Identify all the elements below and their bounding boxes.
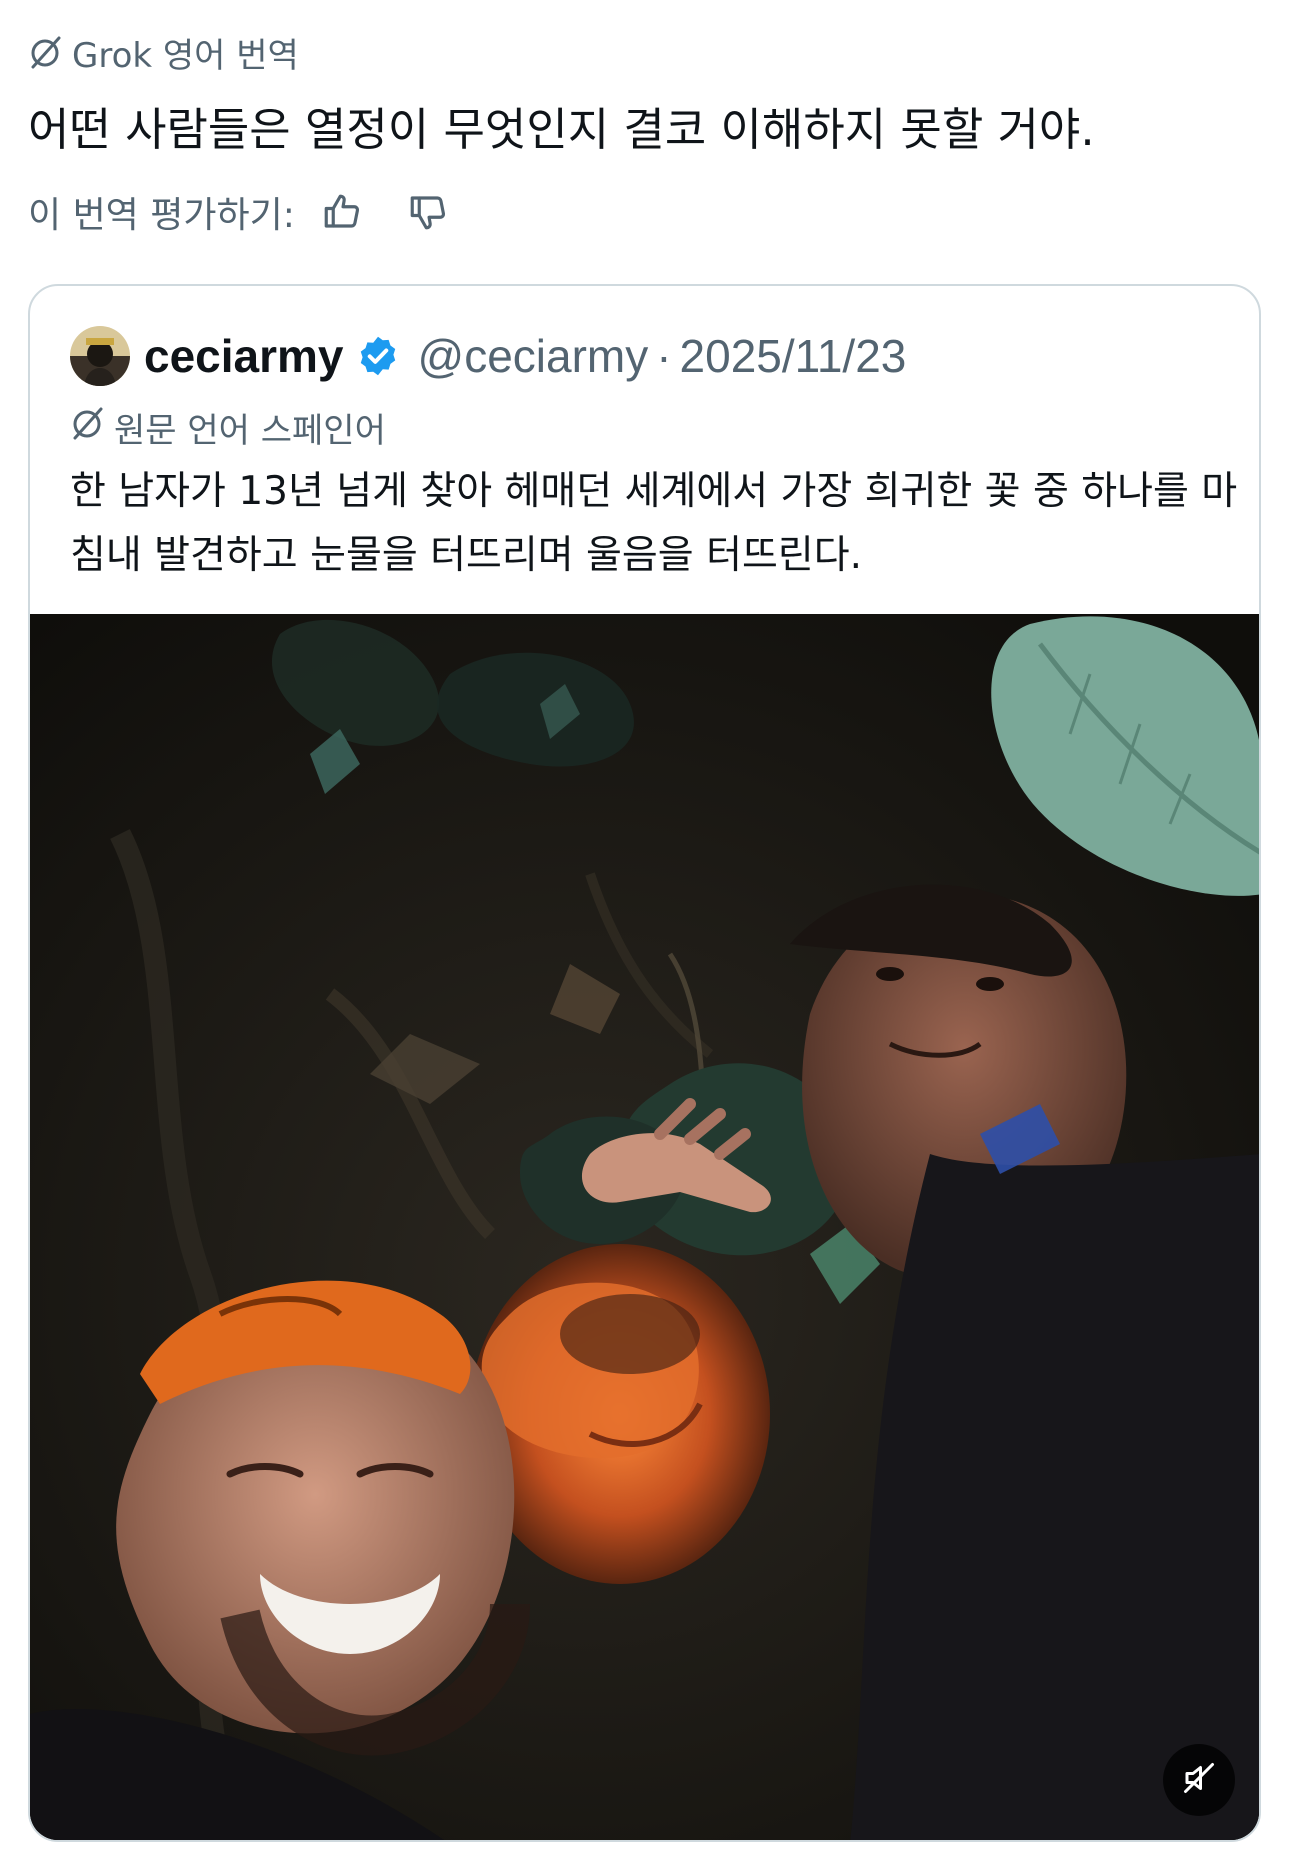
translate-icon [28, 34, 64, 70]
translation-header-label: Grok 영어 번역 [72, 35, 299, 76]
thumb-up-icon[interactable] [315, 185, 369, 239]
rate-translation-row: 이 번역 평가하기: [28, 186, 455, 238]
rate-translation-label: 이 번역 평가하기: [28, 195, 295, 236]
muted-speaker-icon [1181, 1760, 1217, 1800]
quoted-post-header: ceciarmy @ceciarmy · 2025/11/23 [70, 324, 906, 388]
avatar[interactable] [70, 326, 130, 386]
quoted-post-card[interactable]: ceciarmy @ceciarmy · 2025/11/23 원문 언어 스페… [28, 284, 1261, 1842]
separator-dot: · [656, 330, 672, 382]
thumb-down-icon[interactable] [401, 185, 455, 239]
mute-toggle-button[interactable] [1163, 1744, 1235, 1816]
original-language-row: 원문 언어 스페인어 [70, 404, 386, 451]
translated-post-text: 어떤 사람들은 열정이 무엇인지 결코 이해하지 못할 거야. [28, 103, 1095, 156]
translation-header: Grok 영어 번역 [28, 30, 299, 76]
display-name[interactable]: ceciarmy [144, 329, 344, 383]
original-language-label: 원문 언어 스페인어 [114, 410, 386, 451]
post-date[interactable]: 2025/11/23 [680, 329, 907, 383]
quoted-post-text: 한 남자가 13년 넘게 찾아 헤매던 세계에서 가장 희귀한 꽃 중 하나를 … [70, 469, 1238, 578]
verified-badge-icon [356, 334, 400, 378]
video-frame [30, 614, 1259, 1840]
user-handle[interactable]: @ceciarmy [418, 329, 649, 383]
translate-icon [70, 405, 106, 450]
video-player[interactable] [30, 614, 1259, 1840]
